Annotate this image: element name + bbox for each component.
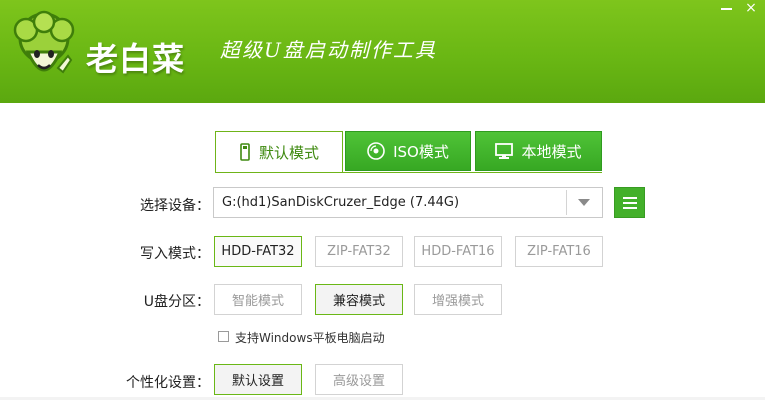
partition-enhanced-mode[interactable]: 增强模式: [414, 284, 502, 315]
partition-label: U盘分区：: [143, 294, 210, 310]
chevron-down-icon[interactable]: [578, 199, 590, 206]
tab-underline: [215, 172, 602, 173]
write-mode-zip-fat16[interactable]: ZIP-FAT16: [515, 236, 603, 267]
personalize-advanced-button[interactable]: 高级设置: [315, 364, 403, 395]
windows-tablet-checkbox-label[interactable]: 支持Windows平板电脑启动: [235, 329, 385, 346]
cabbage-mascot-icon: [8, 10, 80, 90]
personalize-default-button[interactable]: 默认设置: [214, 364, 302, 395]
usb-drive-icon: [239, 143, 251, 161]
write-mode-zip-fat32[interactable]: ZIP-FAT32: [315, 236, 403, 267]
app-header: 老白菜 超级U盘启动制作工具 ×: [0, 0, 765, 103]
app-brand-title: 老白菜: [86, 40, 186, 78]
tab-iso-mode[interactable]: ISO模式: [345, 131, 471, 171]
windows-tablet-checkbox[interactable]: [218, 331, 229, 342]
personalize-label: 个性化设置：: [126, 375, 210, 391]
tab-default-mode[interactable]: 默认模式: [215, 131, 343, 173]
monitor-icon: [495, 142, 514, 160]
device-select-divider: [566, 190, 567, 215]
device-label: 选择设备：: [140, 198, 210, 214]
device-select[interactable]: G:(hd1)SanDiskCruzer_Edge (7.44G): [213, 187, 603, 218]
write-mode-label: 写入模式：: [140, 246, 210, 262]
app-slogan: 超级U盘启动制作工具: [220, 38, 437, 62]
tab-label: 本地模式: [521, 142, 582, 161]
partition-compat-mode[interactable]: 兼容模式: [315, 284, 403, 315]
tab-label: ISO模式: [393, 142, 449, 161]
minimize-icon[interactable]: [718, 2, 736, 14]
close-icon[interactable]: ×: [742, 1, 760, 15]
partition-smart-mode[interactable]: 智能模式: [214, 284, 302, 315]
disc-icon: [367, 142, 385, 160]
tab-label: 默认模式: [258, 143, 319, 162]
tab-local-mode[interactable]: 本地模式: [475, 131, 602, 171]
menu-icon[interactable]: [614, 187, 645, 218]
write-mode-hdd-fat16[interactable]: HDD-FAT16: [414, 236, 502, 267]
write-mode-hdd-fat32[interactable]: HDD-FAT32: [214, 236, 302, 267]
